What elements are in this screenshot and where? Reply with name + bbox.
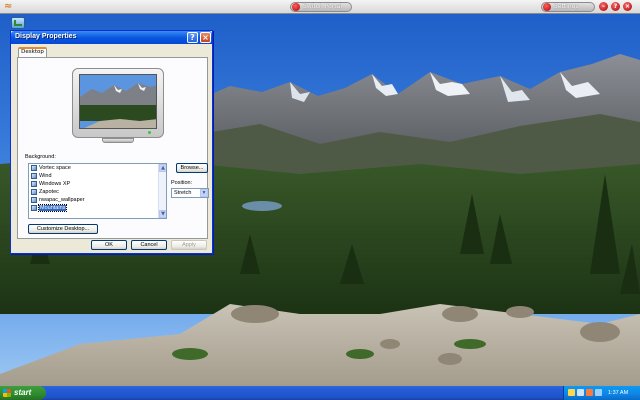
minimize-session-icon[interactable]: – — [599, 2, 608, 11]
image-file-icon — [31, 197, 37, 203]
background-listbox[interactable]: Vortec space Wind Windows XP Zapotec nwa… — [28, 163, 167, 219]
settings-label: Settings — [554, 3, 579, 10]
close-session-icon[interactable]: × — [623, 2, 632, 11]
tray-icon[interactable] — [568, 389, 575, 396]
image-file-icon — [31, 181, 37, 187]
app-logo-icon[interactable]: ≈ — [4, 1, 18, 13]
dialog-title: Display Properties — [15, 33, 77, 40]
image-file-icon — [31, 189, 37, 195]
browse-button[interactable]: Browse... — [176, 163, 208, 173]
tray-icon[interactable] — [595, 389, 602, 396]
clock: 1:37 AM — [608, 390, 629, 396]
system-tray: 1:37 AM — [563, 386, 640, 400]
tray-icon[interactable] — [577, 389, 584, 396]
listbox-scrollbar[interactable]: ▲ ▼ — [158, 164, 166, 218]
switch-icon — [292, 3, 300, 11]
list-item-selected[interactable]: Mountains — [29, 204, 166, 212]
list-item[interactable]: Zapotec — [29, 188, 166, 196]
position-label: Position: — [171, 180, 193, 186]
tab-desktop[interactable]: Desktop — [18, 47, 47, 57]
position-value: Stretch — [174, 190, 192, 196]
list-item[interactable]: Windows XP — [29, 180, 166, 188]
help-icon[interactable]: ? — [187, 32, 198, 43]
apply-button[interactable]: Apply — [171, 240, 207, 250]
tray-icon[interactable] — [586, 389, 593, 396]
list-item[interactable]: Vortec space — [29, 164, 166, 172]
list-item[interactable]: Wind — [29, 172, 166, 180]
wallpaper-preview — [79, 74, 157, 129]
image-file-icon — [31, 205, 37, 211]
desktop-tab-panel: Background: Vortec space Wind Windows XP… — [17, 57, 209, 239]
dialog-titlebar[interactable]: Display Properties ? × — [11, 31, 212, 44]
start-button[interactable]: start — [0, 386, 46, 400]
position-select[interactable]: Stretch ▼ — [171, 188, 209, 198]
chevron-down-icon[interactable]: ▼ — [200, 189, 208, 197]
shortcut-arrow-icon — [14, 20, 22, 26]
settings-button[interactable]: Settings — [541, 2, 595, 12]
switch-portal-label: Switch Portal — [303, 3, 342, 10]
settings-icon — [543, 3, 551, 11]
start-label: start — [14, 388, 32, 397]
image-file-icon — [31, 173, 37, 179]
ok-button[interactable]: OK — [91, 240, 127, 250]
desktop-shortcut-icon[interactable] — [11, 17, 25, 29]
monitor-power-led — [148, 131, 151, 134]
background-label: Background: — [25, 154, 56, 160]
scroll-up-icon[interactable]: ▲ — [159, 164, 166, 172]
list-item[interactable]: nwapac_wallpaper — [29, 196, 166, 204]
taskbar: start 1:37 AM — [0, 386, 640, 400]
customize-desktop-button[interactable]: Customize Desktop... — [28, 224, 98, 234]
monitor-stand — [102, 138, 134, 143]
remote-session-toolbar: ≈ Switch Portal Settings – ? × — [0, 0, 640, 14]
switch-portal-button[interactable]: Switch Portal — [290, 2, 352, 12]
cancel-button[interactable]: Cancel — [131, 240, 167, 250]
image-file-icon — [31, 165, 37, 171]
display-properties-dialog: Display Properties ? × Desktop Backgroun… — [10, 30, 213, 254]
help-session-icon[interactable]: ? — [611, 2, 620, 11]
windows-logo-icon — [3, 389, 11, 397]
scroll-down-icon[interactable]: ▼ — [159, 210, 166, 218]
monitor-preview — [72, 68, 164, 138]
close-icon[interactable]: × — [200, 32, 211, 43]
